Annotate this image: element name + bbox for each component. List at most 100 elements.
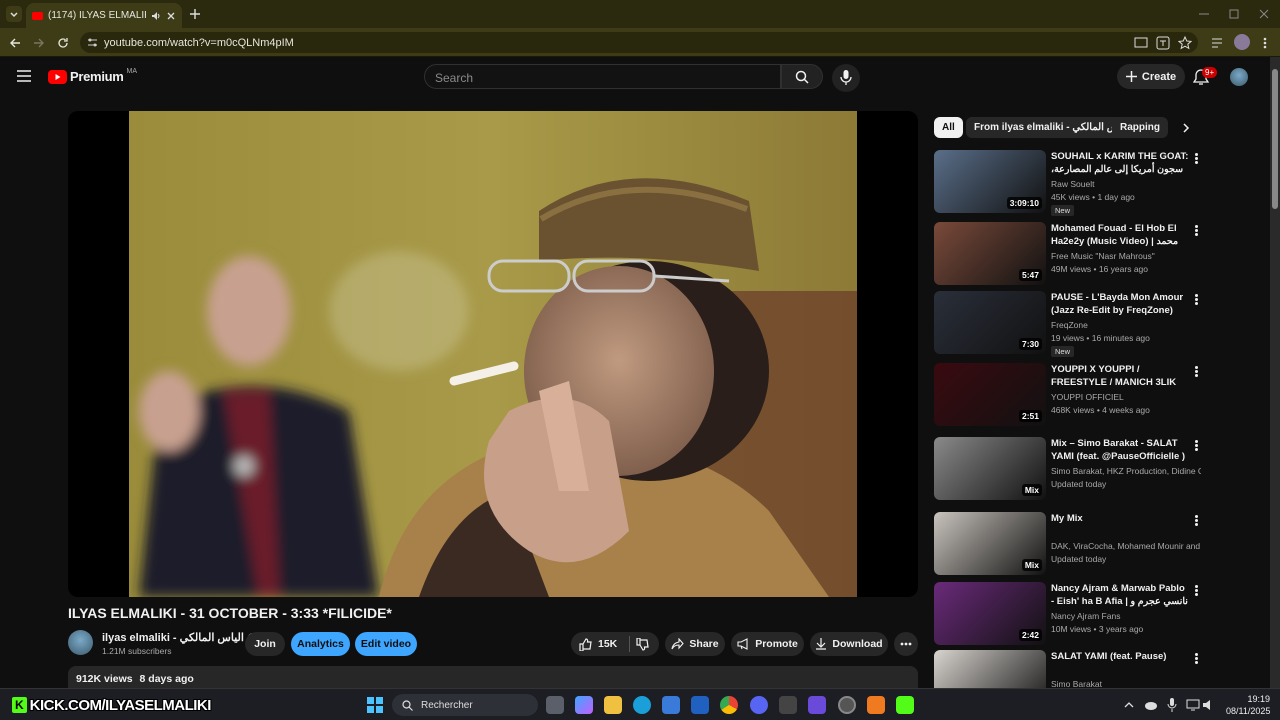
related-video-title[interactable]: SOUHAIL x KARIM THE GOAT: سجون أمريكا إل… [1051, 150, 1189, 176]
kick-app-icon[interactable] [896, 696, 914, 714]
channel-avatar[interactable] [68, 630, 93, 655]
forward-icon[interactable] [32, 36, 46, 50]
search-input[interactable]: Search [424, 64, 781, 89]
share-button[interactable]: Share [665, 632, 725, 656]
video-thumbnail[interactable]: Mix [934, 437, 1046, 500]
more-vertical-icon[interactable] [1192, 152, 1200, 166]
channel-name-row[interactable]: ilyas elmaliki - الياس المالكي [102, 631, 257, 644]
related-video-title[interactable]: PAUSE - L'Bayda Mon Amour (Jazz Re-Edit … [1051, 291, 1189, 317]
more-vertical-icon[interactable] [1192, 365, 1200, 379]
promote-button[interactable]: Promote [731, 632, 804, 656]
profile-avatar[interactable] [1234, 34, 1250, 50]
account-avatar[interactable] [1230, 68, 1248, 86]
cast-icon[interactable] [1134, 36, 1148, 50]
file-explorer-icon[interactable] [604, 696, 622, 714]
more-vertical-icon[interactable] [1192, 293, 1200, 307]
search-button[interactable] [781, 64, 823, 89]
related-video-channel[interactable]: Raw Souelt [1051, 179, 1201, 189]
edge-icon[interactable] [633, 696, 651, 714]
app-icon[interactable] [779, 696, 797, 714]
video-thumbnail[interactable]: 5:47 [934, 222, 1046, 285]
video-thumbnail[interactable]: 2:42 [934, 582, 1046, 645]
related-video-channel[interactable]: Simo Barakat, HKZ Production, Didine Ca.… [1051, 466, 1201, 476]
video-thumbnail[interactable]: 2:51 [934, 363, 1046, 426]
edit-video-button[interactable]: Edit video [355, 632, 417, 656]
speaker-icon[interactable] [151, 11, 161, 21]
create-button[interactable]: Create [1117, 64, 1185, 89]
more-actions-button[interactable] [894, 632, 918, 656]
related-video-channel[interactable]: Nancy Ajram Fans [1051, 611, 1201, 621]
related-video-item[interactable]: Mix Mix – Simo Barakat - SALAT YAMI (feat… [934, 437, 1204, 503]
hamburger-menu-icon[interactable] [17, 70, 31, 82]
video-thumbnail[interactable]: 3:09:10 [934, 150, 1046, 213]
related-video-title[interactable]: Mix – Simo Barakat - SALAT YAMI (feat. @… [1051, 437, 1189, 463]
related-video-item[interactable]: 7:30 PAUSE - L'Bayda Mon Amour (Jazz Re-E… [934, 291, 1204, 357]
game-icon[interactable] [808, 696, 826, 714]
video-thumbnail[interactable]: Mix [934, 512, 1046, 575]
network-icon[interactable] [1186, 698, 1200, 712]
mic-tray-icon[interactable] [1167, 698, 1177, 712]
related-video-title[interactable]: My Mix [1051, 512, 1189, 525]
browser-menu-icon[interactable] [1259, 36, 1271, 50]
related-video-item[interactable]: 3:09:10 SOUHAIL x KARIM THE GOAT: سجون أم… [934, 150, 1204, 216]
outlook-icon[interactable] [691, 696, 709, 714]
vlc-icon[interactable] [867, 696, 885, 714]
related-video-item[interactable]: 5:47 Mohamed Fouad - El Hob El Ha2e2y (Mu… [934, 222, 1204, 288]
onedrive-icon[interactable] [1144, 699, 1158, 711]
volume-icon[interactable] [1202, 698, 1216, 712]
like-count[interactable]: 15K [598, 638, 617, 650]
clock[interactable]: 19:19 08/11/2025 [1226, 693, 1270, 717]
windows-start-icon[interactable] [367, 697, 383, 713]
page-scrollbar[interactable] [1270, 57, 1280, 688]
thumbs-up-icon[interactable] [579, 637, 592, 651]
more-vertical-icon[interactable] [1192, 514, 1200, 528]
reload-icon[interactable] [56, 36, 70, 50]
related-video-title[interactable]: Nancy Ajram & Marwab Pablo - Eish' ha B … [1051, 582, 1189, 608]
related-video-title[interactable]: SALAT YAMI (feat. Pause) [1051, 650, 1189, 663]
back-icon[interactable] [8, 36, 22, 50]
obs-icon[interactable] [838, 696, 856, 714]
address-bar[interactable]: youtube.com/watch?v=m0cQLNm4pIM [80, 32, 1198, 53]
related-video-item[interactable]: 2:42 Nancy Ajram & Marwab Pablo - Eish' h… [934, 582, 1204, 648]
related-video-title[interactable]: Mohamed Fouad - El Hob El Ha2e2y (Music … [1051, 222, 1189, 248]
more-vertical-icon[interactable] [1192, 439, 1200, 453]
chrome-icon[interactable] [720, 696, 738, 714]
close-tab-icon[interactable] [166, 11, 176, 21]
related-video-channel[interactable]: FreqZone [1051, 320, 1201, 330]
related-video-channel[interactable]: YOUPPI OFFICIEL [1051, 392, 1201, 402]
more-vertical-icon[interactable] [1192, 224, 1200, 238]
video-player[interactable] [68, 111, 918, 597]
download-button[interactable]: Download [810, 632, 888, 656]
chip-rapping[interactable]: Rapping [1112, 117, 1168, 138]
close-window-icon[interactable] [1258, 8, 1270, 20]
discord-icon[interactable] [750, 696, 768, 714]
chevron-right-icon[interactable] [1181, 122, 1191, 134]
browser-tab-active[interactable]: (1174) ILYAS ELMALIKI - 31 [26, 3, 182, 28]
reading-list-icon[interactable] [1210, 36, 1224, 50]
related-video-item[interactable]: Mix My Mix DAK, ViraCocha, Mohamed Mounir … [934, 512, 1204, 578]
thumbs-down-icon[interactable] [636, 637, 649, 651]
scrollbar-thumb[interactable] [1272, 69, 1278, 209]
taskbar-search[interactable]: Rechercher [392, 694, 538, 716]
video-thumbnail[interactable]: 7:30 [934, 291, 1046, 354]
more-vertical-icon[interactable] [1192, 584, 1200, 598]
tab-search-button[interactable] [6, 6, 22, 22]
new-tab-icon[interactable] [188, 7, 202, 21]
voice-search-button[interactable] [832, 64, 860, 92]
store-icon[interactable] [662, 696, 680, 714]
copilot-icon[interactable] [575, 696, 593, 714]
related-video-channel[interactable]: Free Music "Nasr Mahrous" [1051, 251, 1201, 261]
minimize-icon[interactable] [1198, 8, 1210, 20]
maximize-icon[interactable] [1228, 8, 1240, 20]
join-button[interactable]: Join [245, 632, 285, 656]
youtube-logo[interactable]: Premium MA [48, 68, 137, 84]
related-video-item[interactable]: 2:51 YOUPPI X YOUPPI / FREESTYLE / MANICH… [934, 363, 1204, 429]
bookmark-star-icon[interactable] [1178, 36, 1192, 50]
chip-all[interactable]: All [934, 117, 963, 138]
analytics-button[interactable]: Analytics [291, 632, 350, 656]
chevron-up-icon[interactable] [1124, 700, 1134, 710]
task-view-icon[interactable] [546, 696, 564, 714]
more-vertical-icon[interactable] [1192, 652, 1200, 666]
translate-icon[interactable] [1156, 36, 1170, 50]
related-video-title[interactable]: YOUPPI X YOUPPI / FREESTYLE / MANICH 3LI… [1051, 363, 1189, 389]
